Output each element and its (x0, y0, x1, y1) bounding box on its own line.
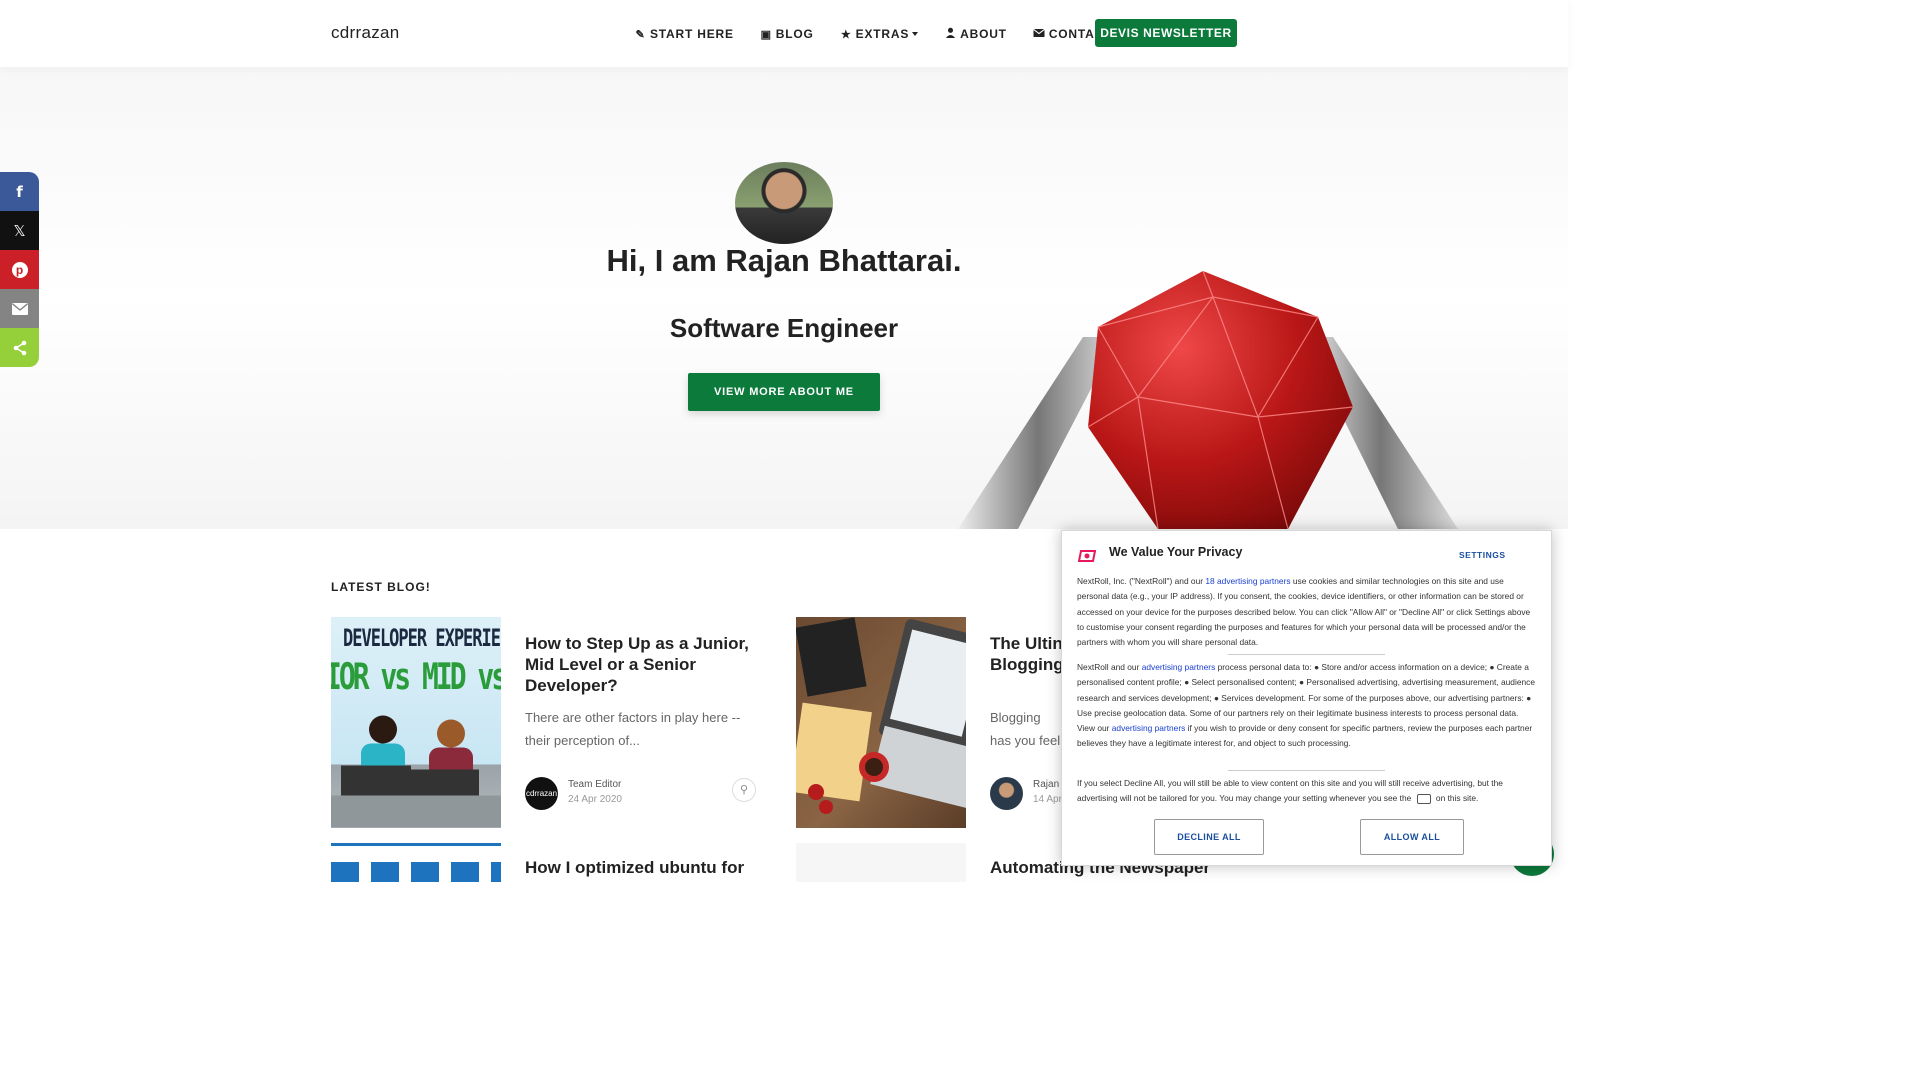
post-title[interactable]: The Ultin Blogging (990, 633, 1065, 675)
top-navbar: cdrrazan ✎ START HERE ▣ BLOG ★ EXTRAS AB… (0, 0, 1568, 67)
latest-blog-heading: LATEST BLOG! (331, 580, 431, 594)
post-thumbnail[interactable] (331, 843, 501, 882)
user-icon (944, 27, 957, 41)
divider (1228, 654, 1385, 655)
post-date: 14 Apr (1033, 794, 1062, 805)
author-name: Rajan (1033, 779, 1060, 790)
pencil-icon: ✎ (635, 28, 646, 41)
x-share-button[interactable]: 𝕏 (0, 211, 39, 250)
nextroll-logo-icon (1078, 550, 1096, 562)
thumb-graphic (331, 862, 501, 882)
consent-settings-link[interactable]: SETTINGS (1459, 548, 1506, 563)
post-thumbnail[interactable] (796, 617, 966, 828)
post-date: 24 Apr 2020 (568, 794, 622, 805)
consent-text: NextRoll, Inc. ("NextRoll") and our (1077, 576, 1206, 586)
consent-text: use cookies and similar technologies on … (1077, 576, 1531, 648)
post-thumbnail[interactable]: DEVELOPER EXPERIE IOR vs MID vs S (331, 617, 501, 828)
nav-start-here-label: START HERE (650, 27, 734, 41)
share-icon (13, 340, 26, 355)
post-thumbnail[interactable] (796, 843, 966, 882)
author-avatar: cdrrazan (525, 777, 558, 810)
author-avatar (990, 777, 1023, 810)
hero-section: Hi, I am Rajan Bhattarai. Software Engin… (0, 67, 1568, 529)
square-icon: ▣ (760, 28, 772, 41)
view-more-about-me-button[interactable]: VIEW MORE ABOUT ME (688, 373, 880, 411)
thumb-subheading-text: IOR vs MID vs S (331, 655, 501, 698)
nav-blog-label: BLOG (775, 27, 814, 41)
post-excerpt: Blogging has you feel that (990, 710, 1061, 748)
nav-about-label: ABOUT (960, 27, 1007, 41)
pinterest-icon: p (11, 261, 28, 278)
facebook-share-button[interactable]: f (0, 172, 39, 211)
decline-all-button[interactable]: DECLINE ALL (1154, 819, 1264, 855)
consent-text: NextRoll and our (1077, 662, 1142, 672)
nav-start-here[interactable]: ✎ START HERE (634, 27, 734, 41)
allow-all-button[interactable]: ALLOW ALL (1360, 819, 1464, 855)
consent-paragraph-1: NextRoll, Inc. ("NextRoll") and our 18 a… (1077, 574, 1535, 650)
facebook-icon: f (16, 182, 23, 201)
nav-menu: ✎ START HERE ▣ BLOG ★ EXTRAS ABOUT CONTA… (634, 27, 1138, 41)
author-name: Team Editor (568, 779, 622, 790)
email-share-button[interactable] (0, 289, 39, 328)
newsletter-button[interactable]: DEVIS NEWSLETTER (1095, 19, 1237, 47)
email-icon (11, 302, 28, 315)
consent-paragraph-2: NextRoll and our advertising partners pr… (1077, 660, 1535, 752)
sharethis-share-button[interactable] (0, 328, 39, 367)
nav-extras-label: EXTRAS (855, 27, 910, 41)
consent-text: on this site. (1433, 793, 1479, 804)
nav-blog[interactable]: ▣ BLOG (760, 27, 814, 41)
advertising-partners-link[interactable]: 18 advertising partners (1205, 576, 1290, 586)
consent-settings-icon[interactable] (1416, 794, 1431, 805)
developers-illustration (331, 715, 501, 828)
chevron-down-icon (912, 32, 919, 36)
post-title[interactable]: How I optimized ubuntu for (525, 857, 774, 878)
consent-paragraph-3: If you select Decline All, you will stil… (1077, 776, 1535, 807)
blog-card[interactable]: DEVELOPER EXPERIE IOR vs MID vs S How to… (331, 617, 774, 828)
link-icon[interactable]: ⚲ (732, 778, 756, 802)
profile-avatar (735, 162, 833, 244)
site-brand[interactable]: cdrrazan (331, 23, 400, 43)
x-icon: 𝕏 (13, 221, 26, 240)
post-excerpt: There are other factors in play here -- … (525, 710, 741, 748)
nav-about[interactable]: ABOUT (944, 27, 1007, 41)
advertising-partners-link[interactable]: advertising partners (1112, 723, 1186, 733)
ruby-logo-image (958, 270, 1458, 529)
thumb-heading-text: DEVELOPER EXPERIE (343, 625, 501, 653)
hero-title: Hi, I am Rajan Bhattarai. (606, 243, 962, 278)
post-title[interactable]: How to Step Up as a Junior, Mid Level or… (525, 633, 760, 696)
advertising-partners-link[interactable]: advertising partners (1142, 662, 1216, 672)
blog-card[interactable]: How I optimized ubuntu for (331, 843, 774, 882)
envelope-icon (1033, 28, 1046, 41)
consent-title: We Value Your Privacy (1109, 545, 1243, 559)
star-icon: ★ (840, 28, 852, 41)
divider (1228, 770, 1385, 771)
pinterest-share-button[interactable]: p (0, 250, 39, 289)
hero-subtitle: Software Engineer (669, 313, 899, 343)
desk-photo (796, 617, 966, 814)
privacy-consent-dialog: We Value Your Privacy SETTINGS NextRoll,… (1061, 530, 1552, 866)
nav-extras[interactable]: ★ EXTRAS (840, 27, 919, 41)
social-share-bar: f 𝕏 p (0, 172, 39, 367)
